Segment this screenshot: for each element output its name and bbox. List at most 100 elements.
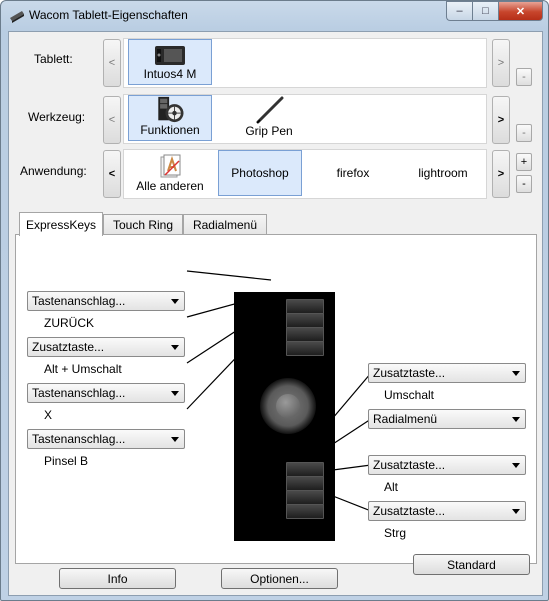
app-item-label: Photoshop [231, 166, 289, 180]
chevron-right-icon: > [497, 57, 505, 69]
dropdown-arrow-icon [512, 463, 520, 468]
tool-remove-button[interactable]: - [516, 124, 532, 142]
right-key-3-dropdown[interactable]: Zusatztaste... [368, 455, 526, 475]
tablet-next-button[interactable]: > [492, 39, 510, 87]
button-label: Standard [447, 557, 496, 572]
dropdown-arrow-icon [171, 437, 179, 442]
expresskey-2[interactable] [286, 313, 324, 328]
tablet-graphic [234, 292, 335, 541]
tablet-prev-button[interactable]: < [103, 39, 121, 87]
tool-item-grip-pen[interactable]: Grip Pen [232, 95, 306, 141]
tab-label: Touch Ring [112, 218, 174, 232]
app-item-firefox[interactable]: firefox [316, 150, 390, 196]
left-key-2-dropdown[interactable]: Zusatztaste... [27, 337, 185, 357]
right-key-1-dropdown[interactable]: Zusatztaste... [368, 363, 526, 383]
app-strip: Alle anderen Photoshop firefox lightroom [123, 149, 487, 199]
all-apps-icon [160, 154, 181, 178]
minimize-icon: – [456, 5, 463, 17]
tab-radial-menu[interactable]: Radialmenü [183, 214, 267, 235]
app-item-photoshop[interactable]: Photoshop [218, 150, 302, 196]
app-item-label: lightroom [418, 166, 468, 180]
expresskey-4[interactable] [286, 341, 324, 356]
dropdown-label: Tastenanschlag... [32, 294, 126, 308]
dropdown-label: Zusatztaste... [373, 458, 446, 472]
left-key-1-dropdown[interactable]: Tastenanschlag... [27, 291, 185, 311]
minimize-button[interactable]: – [446, 1, 472, 21]
dropdown-label: Zusatztaste... [373, 366, 446, 380]
left-key-4-dropdown[interactable]: Tastenanschlag... [27, 429, 185, 449]
app-prev-button[interactable]: < [103, 150, 121, 198]
pen-icon [256, 96, 284, 124]
right-key-4-dropdown[interactable]: Zusatztaste... [368, 501, 526, 521]
left-key-4-value: Pinsel B [44, 454, 89, 468]
close-icon: ✕ [515, 5, 526, 18]
dropdown-label: Zusatztaste... [373, 504, 446, 518]
dropdown-arrow-icon [171, 299, 179, 304]
tool-item-label: Funktionen [140, 123, 200, 137]
tablet-row-label: Tablett: [34, 52, 73, 66]
right-key-2-dropdown[interactable]: Radialmenü [368, 409, 526, 429]
tablet-remove-button[interactable]: - [516, 68, 532, 86]
button-label: Info [107, 571, 128, 586]
app-row-label: Anwendung: [20, 164, 87, 178]
tab-label: ExpressKeys [25, 217, 97, 232]
chevron-right-icon: > [497, 114, 505, 126]
expresskey-8[interactable] [286, 504, 324, 519]
app-item-all-others[interactable]: Alle anderen [128, 150, 212, 196]
right-key-1-value: Umschalt [384, 388, 435, 402]
tablet-item-intuos4[interactable]: Intuos4 M [128, 39, 212, 85]
dropdown-arrow-icon [512, 509, 520, 514]
app-add-button[interactable]: + [516, 153, 532, 171]
tablet-strip: Intuos4 M [123, 38, 487, 88]
expresskey-1[interactable] [286, 299, 324, 314]
maximize-button[interactable]: □ [472, 1, 498, 21]
dropdown-label: Radialmenü [373, 412, 438, 426]
tool-next-button[interactable]: > [492, 96, 510, 144]
expresskey-6[interactable] [286, 476, 324, 491]
app-item-label: firefox [336, 166, 370, 180]
app-remove-button[interactable]: - [516, 175, 532, 193]
chevron-left-icon: < [108, 57, 116, 69]
minus-icon: - [522, 126, 526, 139]
standard-button[interactable]: Standard [413, 554, 530, 575]
options-button[interactable]: Optionen... [221, 568, 338, 589]
functions-icon [158, 96, 184, 123]
app-item-lightroom[interactable]: lightroom [404, 150, 482, 196]
tool-prev-button[interactable]: < [103, 96, 121, 144]
app-next-button[interactable]: > [492, 150, 510, 198]
window: Wacom Tablett-Eigenschaften – □ ✕ Tablet… [0, 0, 549, 601]
tool-strip: Funktionen Grip Pen [123, 94, 487, 144]
expresskeys-panel: Tastenanschlag... ZURÜCK Zusatztaste... … [15, 234, 537, 575]
tablet-item-label: Intuos4 M [143, 67, 197, 81]
app-item-label: Alle anderen [136, 179, 204, 193]
left-key-1-value: ZURÜCK [44, 316, 94, 330]
info-button[interactable]: Info [59, 568, 176, 589]
tool-item-label: Grip Pen [245, 124, 293, 138]
tab-expresskeys[interactable]: ExpressKeys [19, 212, 103, 236]
dropdown-arrow-icon [512, 417, 520, 422]
wacom-app-icon [10, 11, 24, 23]
expresskey-7[interactable] [286, 490, 324, 505]
tab-touch-ring[interactable]: Touch Ring [103, 214, 183, 235]
dropdown-arrow-icon [171, 391, 179, 396]
tool-row-label: Werkzeug: [28, 110, 86, 124]
tool-item-functions[interactable]: Funktionen [128, 95, 212, 141]
tab-label: Radialmenü [192, 218, 258, 232]
expresskey-3[interactable] [286, 327, 324, 342]
left-key-3-dropdown[interactable]: Tastenanschlag... [27, 383, 185, 403]
window-title: Wacom Tablett-Eigenschaften [29, 8, 188, 22]
plus-icon: + [520, 155, 528, 168]
maximize-icon: □ [482, 5, 489, 17]
chevron-left-icon: < [108, 114, 116, 126]
left-key-3-value: X [44, 408, 53, 422]
minus-icon: - [522, 177, 526, 190]
expresskey-5[interactable] [286, 462, 324, 477]
dropdown-arrow-icon [512, 371, 520, 376]
close-button[interactable]: ✕ [498, 1, 543, 21]
touch-ring-center-button[interactable] [276, 394, 300, 418]
title-bar[interactable]: Wacom Tablett-Eigenschaften – □ ✕ [1, 1, 548, 31]
touch-ring[interactable] [260, 378, 316, 434]
chevron-right-icon: > [497, 168, 505, 180]
dropdown-label: Tastenanschlag... [32, 386, 126, 400]
dropdown-label: Zusatztaste... [32, 340, 105, 354]
